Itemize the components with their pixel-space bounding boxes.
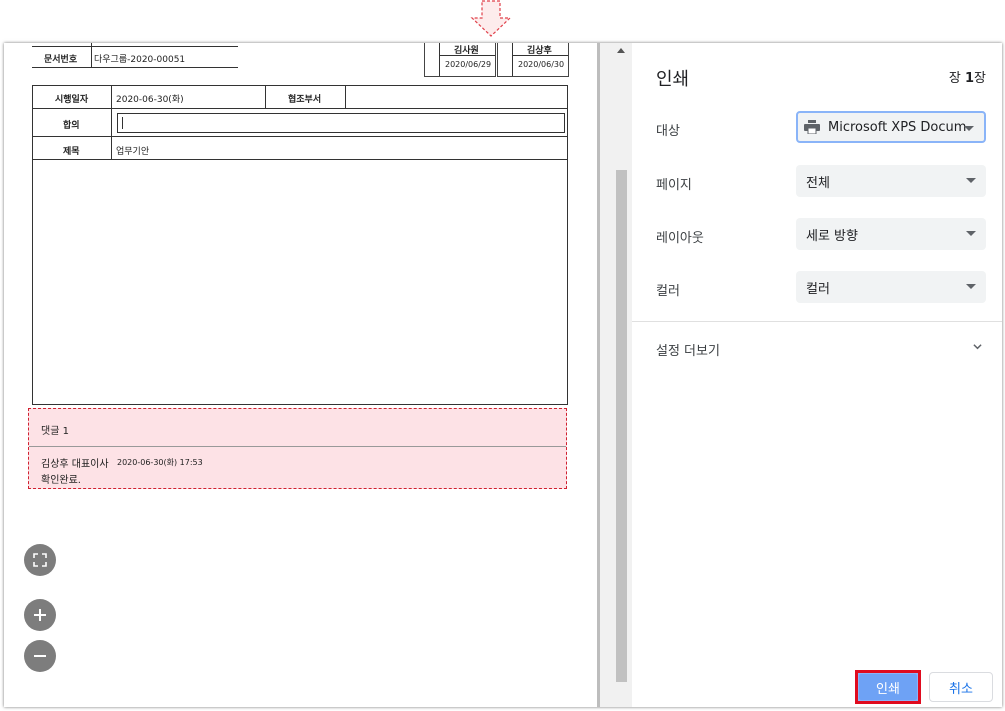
print-settings-panel: 인쇄 장 1장 대상 Microsoft XPS Docum 페이지 전체 레이…	[632, 43, 1002, 707]
dropdown-arrow-icon	[966, 284, 976, 289]
dropdown-arrow-icon	[966, 231, 976, 236]
destination-value: Microsoft XPS Docum	[828, 119, 967, 135]
comment-timestamp: 2020-06-30(화) 17:53	[117, 458, 203, 467]
plus-icon	[34, 609, 46, 621]
panel-title: 인쇄	[656, 69, 690, 90]
dropdown-arrow-icon	[966, 178, 976, 183]
agree-label: 합의	[63, 121, 80, 131]
print-button[interactable]: 인쇄	[855, 670, 921, 704]
title-label: 제목	[63, 147, 80, 157]
approval-box-1: 김사원 2020/06/29	[424, 43, 496, 77]
page-count: 장 1장	[949, 67, 986, 86]
cancel-button[interactable]: 취소	[929, 672, 993, 702]
exec-date-label: 시행일자	[55, 95, 89, 105]
color-label: 컬러	[656, 284, 680, 299]
fit-icon	[33, 553, 47, 567]
exec-date-value: 2020-06-30(화)	[116, 95, 184, 105]
layout-select[interactable]: 세로 방향	[796, 218, 986, 250]
comment-header: 댓글 1	[41, 426, 69, 437]
agree-field	[117, 113, 565, 133]
panel-divider	[597, 43, 600, 707]
print-preview[interactable]: 문서번호 다우그룹-2020-00051 김사원 2020/06/29 김상후 …	[4, 43, 597, 707]
scrollbar-thumb[interactable]	[616, 170, 627, 682]
comment-author: 김상후 대표이사	[41, 459, 109, 470]
print-button-label: 인쇄	[876, 681, 900, 697]
page-count-prefix: 장	[948, 71, 961, 86]
page-count-suffix: 장	[974, 71, 986, 86]
cancel-button-label: 취소	[949, 681, 973, 697]
layout-value: 세로 방향	[806, 228, 858, 244]
section-divider	[632, 321, 1002, 322]
title-value: 업무기안	[116, 147, 150, 157]
approver-date: 2020/06/30	[518, 60, 565, 69]
color-select[interactable]: 컬러	[796, 271, 986, 303]
chevron-down-icon	[973, 344, 982, 350]
zoom-out-button[interactable]	[24, 640, 56, 672]
zoom-in-button[interactable]	[24, 599, 56, 631]
document-page: 문서번호 다우그룹-2020-00051 김사원 2020/06/29 김상후 …	[4, 43, 597, 707]
doc-number-value: 다우그룹-2020-00051	[94, 55, 186, 65]
pages-label: 페이지	[656, 178, 692, 193]
approver-date: 2020/06/29	[445, 60, 492, 69]
scroll-up-arrow-icon[interactable]	[617, 48, 625, 53]
document-table: 시행일자 2020-06-30(화) 협조부서 합의 제목 업무기안	[32, 85, 568, 405]
destination-select[interactable]: Microsoft XPS Docum	[796, 111, 986, 143]
destination-label: 대상	[656, 124, 680, 139]
fit-to-page-button[interactable]	[24, 544, 56, 576]
approver-name: 김사원	[454, 46, 479, 56]
comment-text: 확인완료.	[41, 475, 81, 486]
pages-value: 전체	[806, 175, 830, 191]
approval-box-2: 김상후 2020/06/30	[497, 43, 569, 77]
printer-icon	[804, 120, 820, 134]
doc-number-label: 문서번호	[44, 55, 78, 65]
comment-section: 댓글 1 김상후 대표이사 2020-06-30(화) 17:53 확인완료.	[28, 408, 567, 489]
minus-icon	[34, 655, 46, 657]
more-settings-toggle[interactable]: 설정 더보기	[632, 323, 1002, 373]
down-arrow-icon	[470, 0, 512, 37]
more-settings-label: 설정 더보기	[656, 344, 720, 359]
approver-name: 김상후	[527, 46, 552, 56]
dropdown-arrow-icon	[964, 126, 974, 131]
coop-dept-label: 협조부서	[288, 95, 322, 105]
layout-label: 레이아웃	[656, 231, 704, 246]
pages-select[interactable]: 전체	[796, 165, 986, 197]
color-value: 컬러	[806, 281, 830, 297]
page-count-number: 1	[964, 71, 975, 86]
